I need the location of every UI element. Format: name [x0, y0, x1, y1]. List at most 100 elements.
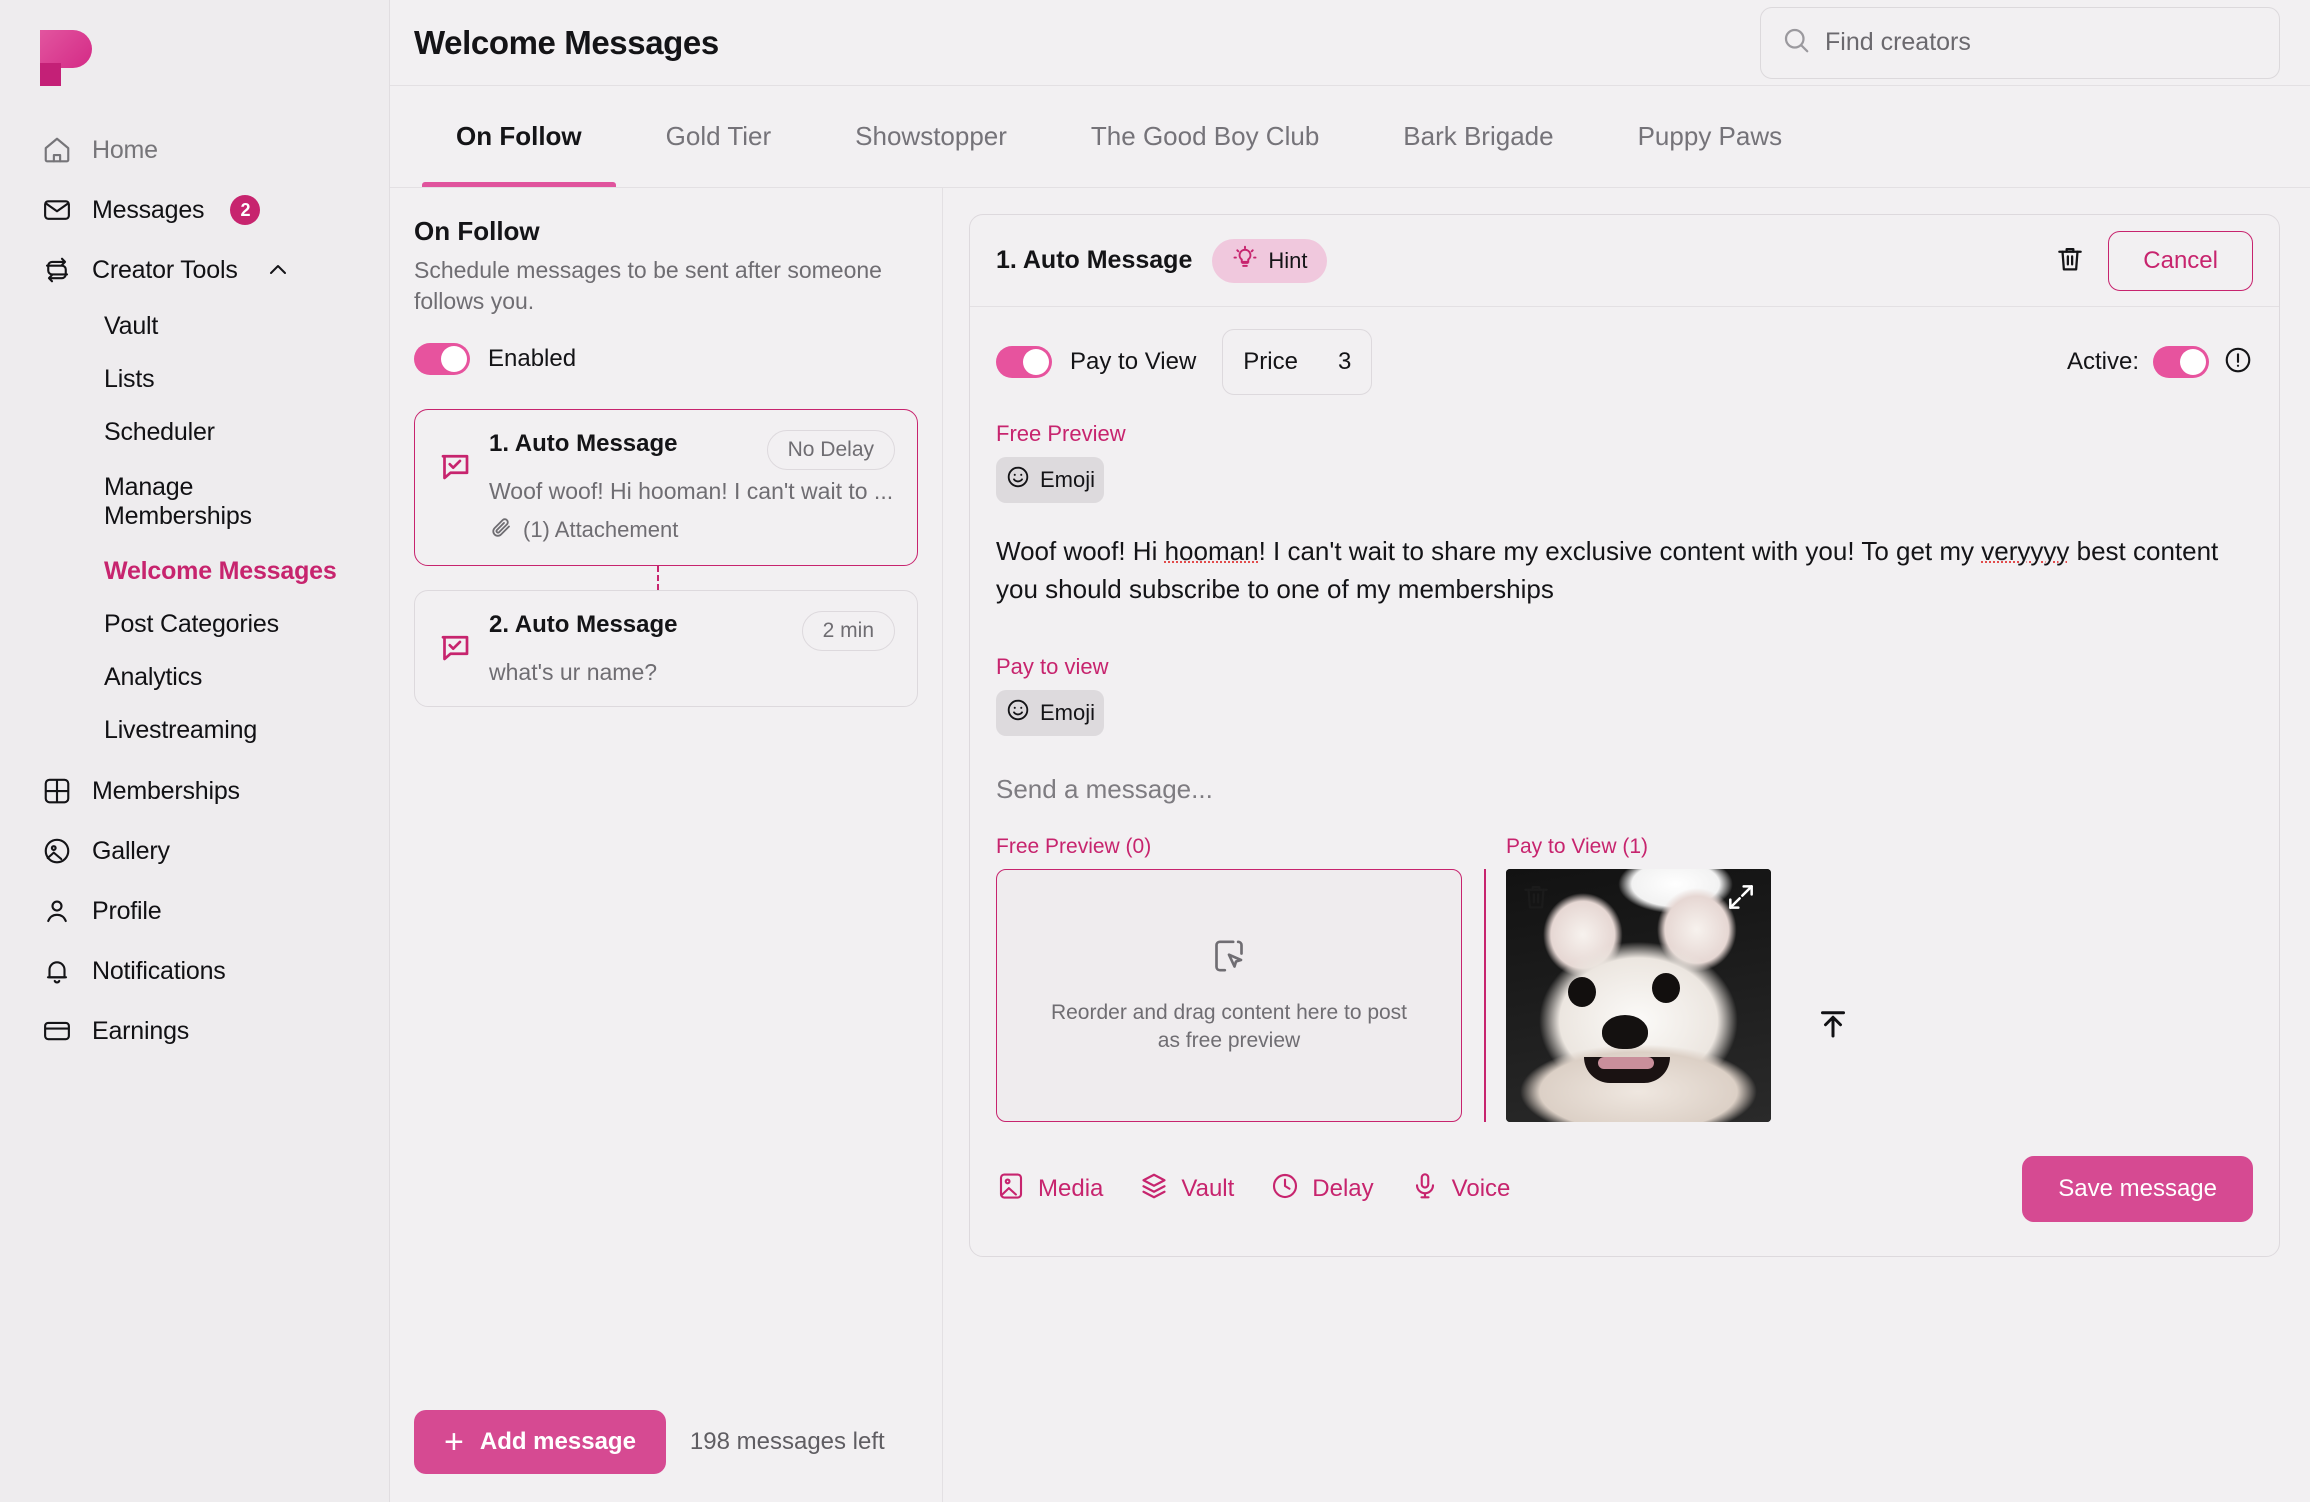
add-message-label: Add message	[479, 1428, 636, 1455]
pay-to-view-toggle[interactable]	[996, 346, 1052, 378]
sidebar-item-analytics[interactable]: Analytics	[0, 651, 389, 704]
tab-showstopper[interactable]: Showstopper	[813, 86, 1049, 187]
hint-button[interactable]: Hint	[1212, 238, 1328, 283]
tab-gold-tier[interactable]: Gold Tier	[624, 86, 814, 187]
price-value: 3	[1337, 348, 1352, 375]
sidebar-item-livestreaming[interactable]: Livestreaming	[0, 704, 389, 757]
price-label: Price	[1243, 348, 1298, 375]
sidebar-item-lists[interactable]: Lists	[0, 353, 389, 406]
tool-label: Voice	[1451, 1175, 1511, 1203]
editor-tools: Media Vault Delay Voice	[996, 1171, 1510, 1208]
sidebar-sub-label: Welcome Messages	[104, 557, 337, 585]
cancel-button[interactable]: Cancel	[2108, 230, 2253, 291]
message-delay-badge: 2 min	[801, 611, 895, 652]
image-icon	[996, 1171, 1026, 1208]
vault-tool-button[interactable]: Vault	[1139, 1171, 1234, 1208]
enabled-label: Enabled	[488, 345, 577, 373]
paperclip-icon	[489, 515, 513, 545]
bell-icon	[40, 954, 74, 988]
message-card-title: 1. Auto Message	[489, 430, 678, 458]
clock-icon	[1270, 1171, 1300, 1208]
editor-settings-row: Pay to View Price 3 Active:	[970, 307, 2279, 407]
emoji-label: Emoji	[1039, 467, 1095, 492]
sidebar-item-memberships[interactable]: Memberships	[0, 761, 389, 821]
enabled-toggle[interactable]	[414, 343, 470, 376]
info-icon[interactable]	[2223, 345, 2253, 380]
attachments-row: Free Preview (0) Reorder and drag conten…	[970, 805, 2279, 1123]
plus-icon: +	[444, 1423, 464, 1461]
sidebar-item-post-categories[interactable]: Post Categories	[0, 598, 389, 651]
media-tool-button[interactable]: Media	[996, 1171, 1103, 1208]
emoji-button-free-preview[interactable]: Emoji	[996, 457, 1104, 503]
tab-puppy-paws[interactable]: Puppy Paws	[1596, 86, 1825, 187]
message-preview-text: what's ur name?	[489, 659, 658, 686]
envelope-icon	[40, 193, 74, 227]
hint-label: Hint	[1268, 247, 1308, 273]
app-root: Home Messages 2 Creator Tools Vault List…	[0, 0, 2310, 1502]
search-box[interactable]	[1760, 6, 2280, 79]
emoji-button-pay-to-view[interactable]: Emoji	[996, 690, 1104, 737]
search-icon	[1781, 25, 1811, 60]
active-label: Active:	[2066, 348, 2139, 375]
voice-tool-button[interactable]: Voice	[1410, 1171, 1511, 1208]
pay-to-view-column: Pay to View (1)	[1484, 835, 1851, 1123]
sidebar-sub-label: Post Categories	[104, 610, 279, 638]
send-message-input[interactable]: Send a message...	[970, 774, 2279, 805]
tool-label: Media	[1038, 1175, 1104, 1203]
delete-message-button[interactable]	[2054, 243, 2086, 278]
save-message-button[interactable]: Save message	[2022, 1156, 2253, 1223]
sidebar: Home Messages 2 Creator Tools Vault List…	[0, 0, 390, 1502]
sidebar-item-vault[interactable]: Vault	[0, 300, 389, 353]
message-editor: 1. Auto Message Hint Cancel Pay to View …	[969, 214, 2280, 1258]
sidebar-item-notifications[interactable]: Notifications	[0, 941, 389, 1001]
sidebar-item-home[interactable]: Home	[0, 120, 389, 180]
attachment-thumbnail[interactable]	[1506, 869, 1771, 1123]
sidebar-item-label: Home	[92, 135, 158, 164]
sidebar-item-scheduler[interactable]: Scheduler	[0, 406, 389, 459]
message-text-body[interactable]: Woof woof! Hi hooman! I can't wait to sh…	[970, 533, 2279, 608]
lightbulb-icon	[1232, 245, 1258, 277]
tab-on-follow[interactable]: On Follow	[414, 86, 624, 187]
message-card-1[interactable]: 1. Auto Message No Delay Woof woof! Hi h…	[414, 409, 918, 567]
free-preview-column: Free Preview (0) Reorder and drag conten…	[996, 835, 1462, 1123]
expand-attachment-button[interactable]	[1721, 879, 1761, 919]
tab-label: Puppy Paws	[1637, 121, 1783, 151]
message-preview-text: Woof woof! Hi hooman! I can't wait to ..…	[489, 478, 894, 505]
editor-title: 1. Auto Message	[996, 246, 1193, 274]
logo[interactable]	[0, 0, 389, 120]
free-preview-section-label: Free Preview	[996, 421, 1126, 446]
active-group: Active:	[2067, 345, 2253, 380]
sidebar-item-manage-memberships[interactable]: Manage Memberships	[0, 459, 389, 545]
sidebar-item-earnings[interactable]: Earnings	[0, 1001, 389, 1061]
message-card-2[interactable]: 2. Auto Message 2 min what's ur name?	[414, 590, 918, 708]
free-preview-dropzone[interactable]: Reorder and drag content here to post as…	[996, 869, 1462, 1123]
price-field[interactable]: Price 3	[1222, 329, 1373, 395]
sidebar-item-welcome-messages[interactable]: Welcome Messages	[0, 545, 389, 598]
move-to-top-button[interactable]	[1815, 910, 1851, 1047]
smiley-icon	[1005, 464, 1031, 496]
dropzone-text: Reorder and drag content here to post as…	[1050, 1001, 1408, 1053]
delete-attachment-button[interactable]	[1516, 879, 1556, 919]
sidebar-sub-label: Lists	[104, 365, 155, 393]
sidebar-item-profile[interactable]: Profile	[0, 881, 389, 941]
tab-bark-brigade[interactable]: Bark Brigade	[1361, 86, 1595, 187]
editor-footer: Media Vault Delay Voice Save message	[970, 1122, 2279, 1256]
pay-to-view-label: Pay to View	[1070, 348, 1197, 375]
search-input[interactable]	[1825, 28, 2259, 57]
arrow-up-to-line-icon	[1815, 1011, 1851, 1046]
sidebar-item-creator-tools[interactable]: Creator Tools	[0, 240, 389, 300]
add-message-button[interactable]: + Add message	[414, 1410, 666, 1474]
sidebar-item-messages[interactable]: Messages 2	[0, 180, 389, 240]
messages-left-label: 198 messages left	[689, 1428, 885, 1455]
panel-description: Schedule messages to be sent after someo…	[414, 257, 882, 315]
sidebar-sub-label: Analytics	[104, 663, 203, 691]
page-title: Welcome Messages	[414, 23, 719, 61]
delay-tool-button[interactable]: Delay	[1270, 1171, 1374, 1208]
tab-label: Showstopper	[855, 121, 1007, 151]
active-toggle[interactable]	[2153, 346, 2209, 378]
main-area: Welcome Messages On Follow Gold Tier Sho…	[390, 0, 2310, 1502]
sidebar-item-gallery[interactable]: Gallery	[0, 821, 389, 881]
sidebar-sub-label: Vault	[104, 312, 159, 340]
tool-label: Vault	[1181, 1175, 1235, 1203]
tab-the-good-boy-club[interactable]: The Good Boy Club	[1049, 86, 1361, 187]
